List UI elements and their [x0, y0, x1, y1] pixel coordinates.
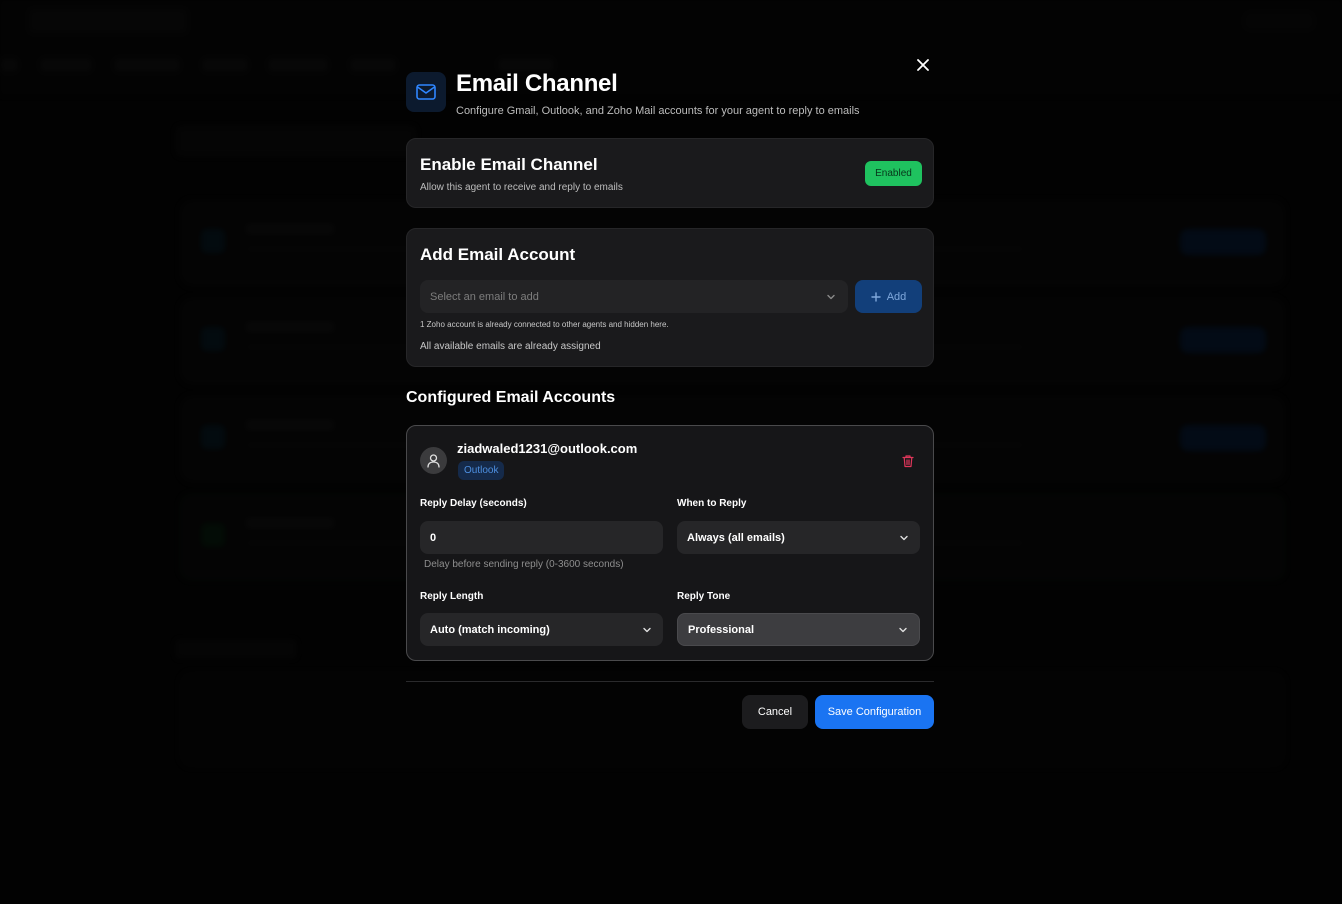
- when-to-reply-select[interactable]: Always (all emails): [677, 521, 920, 554]
- chevron-down-icon: [900, 535, 908, 540]
- mail-icon: [406, 72, 446, 112]
- configured-account-card: ziadwaled1231@outlook.com Outlook Reply …: [406, 425, 934, 661]
- hidden-accounts-note: 1 Zoho account is already connected to o…: [420, 320, 669, 329]
- email-select-placeholder: Select an email to add: [430, 290, 539, 303]
- enable-card-description: Allow this agent to receive and reply to…: [420, 182, 623, 193]
- when-to-reply-label: When to Reply: [677, 498, 747, 509]
- enable-email-card: Enable Email Channel Allow this agent to…: [406, 138, 934, 208]
- assigned-note: All available emails are already assigne…: [420, 341, 601, 352]
- account-email: ziadwaled1231@outlook.com: [457, 441, 638, 456]
- add-card-title: Add Email Account: [420, 245, 576, 264]
- modal-subtitle: Configure Gmail, Outlook, and Zoho Mail …: [456, 105, 860, 117]
- chevron-down-icon: [827, 294, 835, 299]
- user-icon: [427, 453, 440, 468]
- reply-tone-value: Professional: [688, 623, 755, 636]
- chevron-down-icon: [899, 627, 907, 632]
- reply-tone-select[interactable]: Professional: [677, 613, 920, 646]
- reply-length-select[interactable]: Auto (match incoming): [420, 613, 663, 646]
- reply-tone-label: Reply Tone: [677, 591, 731, 602]
- save-configuration-button[interactable]: Save Configuration: [815, 695, 934, 729]
- reply-length-value: Auto (match incoming): [430, 623, 550, 636]
- provider-badge: Outlook: [458, 461, 505, 480]
- add-email-button[interactable]: Add: [855, 280, 922, 313]
- footer-divider: [406, 681, 934, 682]
- add-email-card: Add Email Account Select an email to add…: [406, 228, 934, 367]
- configured-accounts-title: Configured Email Accounts: [406, 389, 616, 406]
- when-to-reply-value: Always (all emails): [687, 531, 785, 544]
- trash-icon[interactable]: [901, 454, 915, 468]
- add-button-label: Add: [886, 290, 907, 303]
- chevron-down-icon: [643, 627, 651, 632]
- modal-title: Email Channel: [456, 70, 618, 97]
- reply-delay-input[interactable]: 0: [420, 521, 663, 554]
- avatar: [420, 447, 447, 474]
- reply-delay-hint: Delay before sending reply (0-3600 secon…: [424, 559, 624, 570]
- email-select[interactable]: Select an email to add: [420, 280, 848, 313]
- plus-icon: [871, 291, 881, 302]
- reply-delay-label: Reply Delay (seconds): [420, 498, 527, 509]
- enabled-toggle[interactable]: Enabled: [865, 161, 922, 186]
- cancel-button[interactable]: Cancel: [742, 695, 808, 729]
- reply-length-label: Reply Length: [420, 591, 484, 602]
- enable-card-title: Enable Email Channel: [420, 155, 598, 174]
- modal-header: Email Channel Configure Gmail, Outlook, …: [406, 70, 934, 130]
